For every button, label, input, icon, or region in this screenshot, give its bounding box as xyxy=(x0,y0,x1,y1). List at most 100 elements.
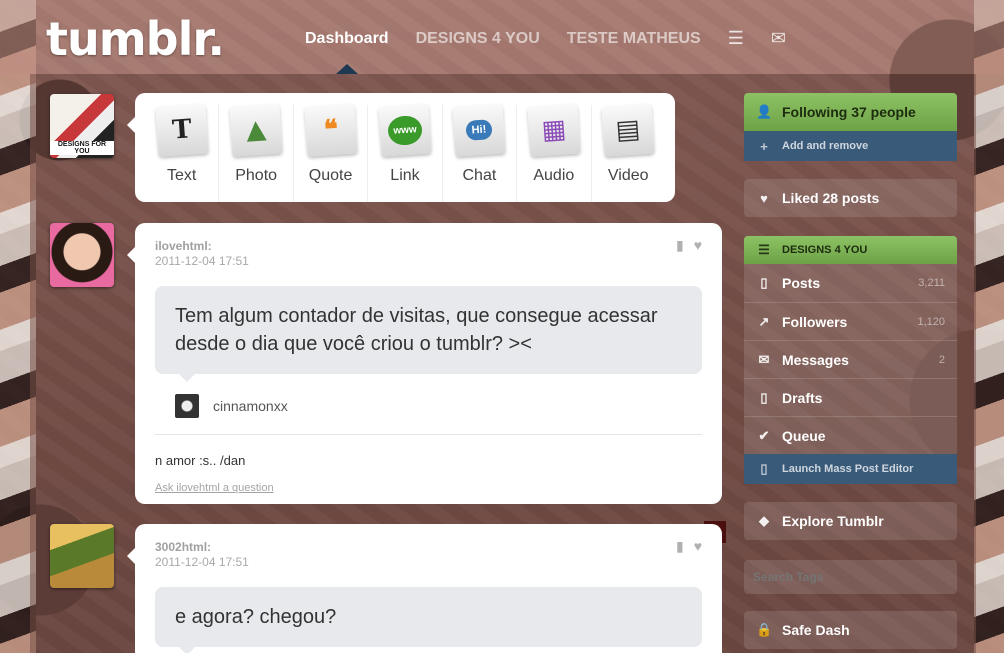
post-type-audio[interactable]: ▦ Audio xyxy=(517,103,592,202)
post-ask: ilovehtml: 2011-12-04 17:51 ▮ ♥ Tem algu… xyxy=(127,223,722,504)
avatar-own-blog[interactable]: DESIGNS FOR YOU xyxy=(50,94,114,158)
explore-label: Explore Tumblr xyxy=(782,513,884,529)
safe-dash-label: Safe Dash xyxy=(782,622,850,638)
text-icon: T xyxy=(155,103,209,157)
sidebar-item-label: Messages xyxy=(782,351,849,368)
list-icon: ☰ xyxy=(758,242,770,257)
post-type-label: Audio xyxy=(533,167,575,184)
check-icon: ✔ xyxy=(758,427,770,443)
post-actions: ▮ ♥ xyxy=(676,237,702,254)
background-right-strip xyxy=(974,0,1004,653)
sidebar-item-label: Queue xyxy=(782,427,826,444)
nav-teste-matheus[interactable]: TESTE MATHEUS xyxy=(567,30,701,48)
top-nav: Dashboard DESIGNS 4 YOU TESTE MATHEUS ☰ … xyxy=(305,28,786,49)
post-date: 2011-12-04 17:51 xyxy=(155,254,249,268)
post-type-photo[interactable]: ▲ Photo xyxy=(219,103,294,202)
ask-question-link[interactable]: Ask ilovehtml a question xyxy=(155,482,702,494)
avatar-label: DESIGNS FOR YOU xyxy=(50,141,114,155)
post-type-chat[interactable]: Hi! Chat xyxy=(443,103,518,202)
post-type-label: Chat xyxy=(462,167,497,184)
photo-icon: ▲ xyxy=(229,103,283,157)
following-link[interactable]: 👤 Following 37 people xyxy=(744,93,957,131)
post-author[interactable]: 3002html: xyxy=(155,540,702,554)
blog-box: ☰ DESIGNS 4 YOU ▯ Posts 3,211 ↗ Follower… xyxy=(744,236,957,484)
post-type-label: Link xyxy=(390,167,420,184)
nav-dashboard[interactable]: Dashboard xyxy=(305,30,389,48)
sidebar-item-count: 2 xyxy=(938,353,945,366)
blog-name-label: DESIGNS 4 YOU xyxy=(782,244,868,256)
following-label: Following 37 people xyxy=(782,104,916,120)
following-box: 👤 Following 37 people + Add and remove xyxy=(744,93,957,161)
nav-active-caret xyxy=(336,64,358,74)
sidebar-item-drafts[interactable]: ▯ Drafts xyxy=(744,378,957,416)
post-type-label: Quote xyxy=(308,167,353,184)
answer-text: n amor :s.. /dan xyxy=(155,434,702,468)
document-icon: ▯ xyxy=(760,275,768,290)
blog-name-link[interactable]: ☰ DESIGNS 4 YOU xyxy=(744,236,957,264)
lock-icon: 🔒 xyxy=(756,622,773,637)
asker: cinnamonxx xyxy=(155,394,702,418)
post-ask: 3002html: 2011-12-04 17:51 ▮ ♥ e agora? … xyxy=(127,524,722,653)
sidebar-item-label: Drafts xyxy=(782,389,823,406)
add-person-icon: + xyxy=(760,138,768,154)
post-actions: ▮ ♥ xyxy=(676,538,702,555)
post-type-text[interactable]: T Text xyxy=(145,103,220,202)
post-author[interactable]: ilovehtml: xyxy=(155,239,702,253)
chart-icon: ↗ xyxy=(758,313,770,329)
post-type-quote[interactable]: ❝ Quote xyxy=(294,103,369,202)
draft-icon: ▯ xyxy=(760,389,768,405)
quote-icon: ❝ xyxy=(303,103,358,157)
mass-editor-label: Launch Mass Post Editor xyxy=(782,463,914,475)
safe-dash-box: 🔒 Safe Dash xyxy=(744,611,957,649)
post-date: 2011-12-04 17:51 xyxy=(155,555,249,569)
heart-icon: ♥ xyxy=(760,190,768,206)
explore-link[interactable]: ◆ Explore Tumblr xyxy=(744,502,957,540)
list-icon[interactable]: ☰ xyxy=(728,28,744,49)
liked-link[interactable]: ♥ Liked 28 posts xyxy=(744,179,957,217)
liked-box: ♥ Liked 28 posts xyxy=(744,179,957,217)
question-bubble: e agora? chegou? xyxy=(155,587,702,653)
person-icon: 👤 xyxy=(756,104,773,119)
avatar-ilovehtml[interactable] xyxy=(50,223,114,287)
asker-name[interactable]: cinnamonxx xyxy=(213,398,288,414)
sidebar-item-label: Followers xyxy=(782,313,848,330)
liked-label: Liked 28 posts xyxy=(782,190,880,206)
post-type-label: Photo xyxy=(235,167,278,184)
avatar-3002html[interactable] xyxy=(50,524,114,588)
post-type-video[interactable]: ▤ Video xyxy=(592,103,665,202)
video-icon: ▤ xyxy=(601,103,655,157)
bookmark-icon[interactable]: ▮ xyxy=(676,538,684,555)
heart-icon[interactable]: ♥ xyxy=(694,538,702,555)
add-remove-label: Add and remove xyxy=(782,140,869,152)
sidebar-item-posts[interactable]: ▯ Posts 3,211 xyxy=(744,264,957,302)
post-type-label: Text xyxy=(167,167,197,184)
nav-designs-4-you[interactable]: DESIGNS 4 YOU xyxy=(416,30,540,48)
mass-post-editor-link[interactable]: ▯ Launch Mass Post Editor xyxy=(744,454,957,484)
post-type-label: Video xyxy=(607,167,649,184)
safe-dash-toggle[interactable]: 🔒 Safe Dash xyxy=(744,611,957,649)
chat-icon: Hi! xyxy=(452,103,507,157)
tag-icon: ◆ xyxy=(759,513,769,528)
audio-icon: ▦ xyxy=(527,103,581,157)
post-type-link[interactable]: www Link xyxy=(368,103,443,202)
document-icon: ▯ xyxy=(760,461,768,476)
bookmark-icon[interactable]: ▮ xyxy=(676,237,684,254)
sidebar-item-messages[interactable]: ✉ Messages 2 xyxy=(744,340,957,378)
asker-avatar[interactable] xyxy=(175,394,199,418)
search-tags-input[interactable] xyxy=(744,560,957,594)
sidebar-item-count: 1,120 xyxy=(917,315,945,328)
envelope-icon[interactable]: ✉ xyxy=(771,28,786,49)
post-type-selector: T Text ▲ Photo ❝ Quote www Link Hi! Chat… xyxy=(127,93,675,202)
explore-box: ◆ Explore Tumblr xyxy=(744,502,957,540)
add-remove-link[interactable]: + Add and remove xyxy=(744,131,957,161)
header: tumblr. Dashboard DESIGNS 4 YOU TESTE MA… xyxy=(0,0,1004,74)
tumblr-logo[interactable]: tumblr. xyxy=(46,12,225,66)
heart-icon[interactable]: ♥ xyxy=(694,237,702,254)
question-bubble: Tem algum contador de visitas, que conse… xyxy=(155,286,702,382)
sidebar-item-queue[interactable]: ✔ Queue xyxy=(744,416,957,454)
link-icon: www xyxy=(378,103,432,157)
sidebar-item-followers[interactable]: ↗ Followers 1,120 xyxy=(744,302,957,340)
envelope-icon: ✉ xyxy=(758,351,770,367)
sidebar-item-count: 3,211 xyxy=(918,277,945,289)
sidebar-item-label: Posts xyxy=(782,275,821,291)
